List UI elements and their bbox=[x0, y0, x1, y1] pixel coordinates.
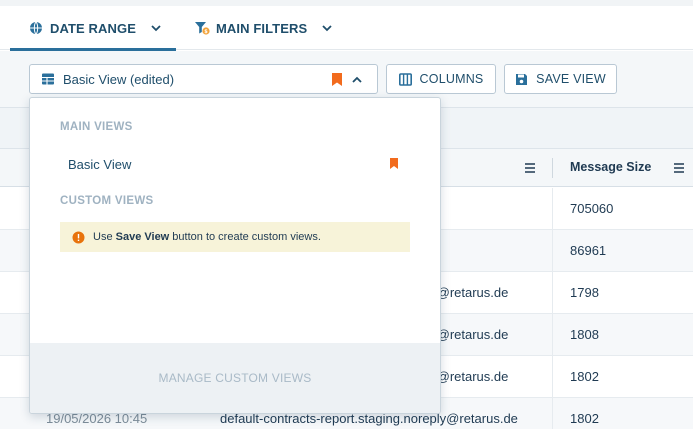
save-view-label: SAVE VIEW bbox=[536, 72, 606, 86]
notice-suffix: button to create custom views. bbox=[169, 231, 321, 243]
date-range-label: DATE RANGE bbox=[50, 20, 136, 36]
column-divider bbox=[552, 230, 553, 272]
column-header-message-size[interactable]: Message Size bbox=[570, 160, 651, 174]
warning-icon bbox=[72, 231, 85, 244]
cell-message-size: 705060 bbox=[570, 201, 614, 216]
chevron-down-icon bbox=[321, 22, 333, 34]
custom-views-notice: Use Save View button to create custom vi… bbox=[60, 222, 410, 252]
manage-custom-views-label: MANAGE CUSTOM VIEWS bbox=[158, 371, 312, 385]
chevron-down-icon bbox=[150, 22, 162, 34]
cell-message-size: 1808 bbox=[570, 327, 599, 342]
main-filters-tab[interactable]: $ MAIN FILTERS bbox=[178, 6, 348, 50]
columns-button[interactable]: COLUMNS bbox=[386, 64, 496, 94]
column-separator[interactable] bbox=[552, 158, 553, 178]
filter-bar: DATE RANGE $ MAIN FILTERS bbox=[0, 0, 693, 51]
notice-text: Use Save View button to create custom vi… bbox=[93, 231, 321, 243]
view-selector-label: Basic View (edited) bbox=[63, 71, 175, 87]
column-menu-icon[interactable] bbox=[673, 163, 685, 173]
column-divider bbox=[552, 356, 553, 398]
save-icon bbox=[515, 73, 528, 86]
bookmark-icon bbox=[331, 72, 343, 87]
svg-text:$: $ bbox=[204, 29, 208, 35]
custom-views-heading: CUSTOM VIEWS bbox=[60, 195, 154, 207]
main-views-heading: MAIN VIEWS bbox=[60, 121, 133, 133]
cell-message-size: 86961 bbox=[570, 243, 607, 258]
bookmark-icon[interactable] bbox=[389, 157, 399, 170]
column-divider bbox=[552, 314, 553, 356]
notice-prefix: Use bbox=[93, 231, 116, 243]
cell-message-size: 1802 bbox=[570, 369, 599, 384]
date-range-tab[interactable]: DATE RANGE bbox=[10, 6, 176, 51]
columns-label: COLUMNS bbox=[419, 72, 484, 86]
save-view-button[interactable]: SAVE VIEW bbox=[504, 64, 617, 94]
column-divider bbox=[552, 398, 553, 429]
table-view-icon bbox=[41, 72, 55, 86]
main-filters-label: MAIN FILTERS bbox=[216, 20, 308, 36]
column-divider bbox=[552, 188, 553, 230]
columns-icon bbox=[398, 72, 412, 86]
filter-icon: $ bbox=[194, 20, 210, 36]
cell-message-size: 1802 bbox=[570, 411, 599, 426]
column-menu-icon[interactable] bbox=[524, 163, 536, 173]
view-option-basic[interactable]: Basic View bbox=[60, 149, 410, 179]
notice-emphasis: Save View bbox=[115, 231, 170, 243]
globe-icon bbox=[28, 20, 44, 36]
view-option-label: Basic View bbox=[68, 156, 132, 172]
column-divider bbox=[552, 272, 553, 314]
manage-custom-views-button[interactable]: MANAGE CUSTOM VIEWS bbox=[30, 343, 440, 413]
view-selector[interactable]: Basic View (edited) bbox=[29, 64, 378, 94]
cell-message-size: 1798 bbox=[570, 285, 599, 300]
chevron-up-icon bbox=[351, 74, 363, 86]
view-dropdown-panel: MAIN VIEWS Basic View CUSTOM VIEWS Use S… bbox=[29, 97, 441, 414]
